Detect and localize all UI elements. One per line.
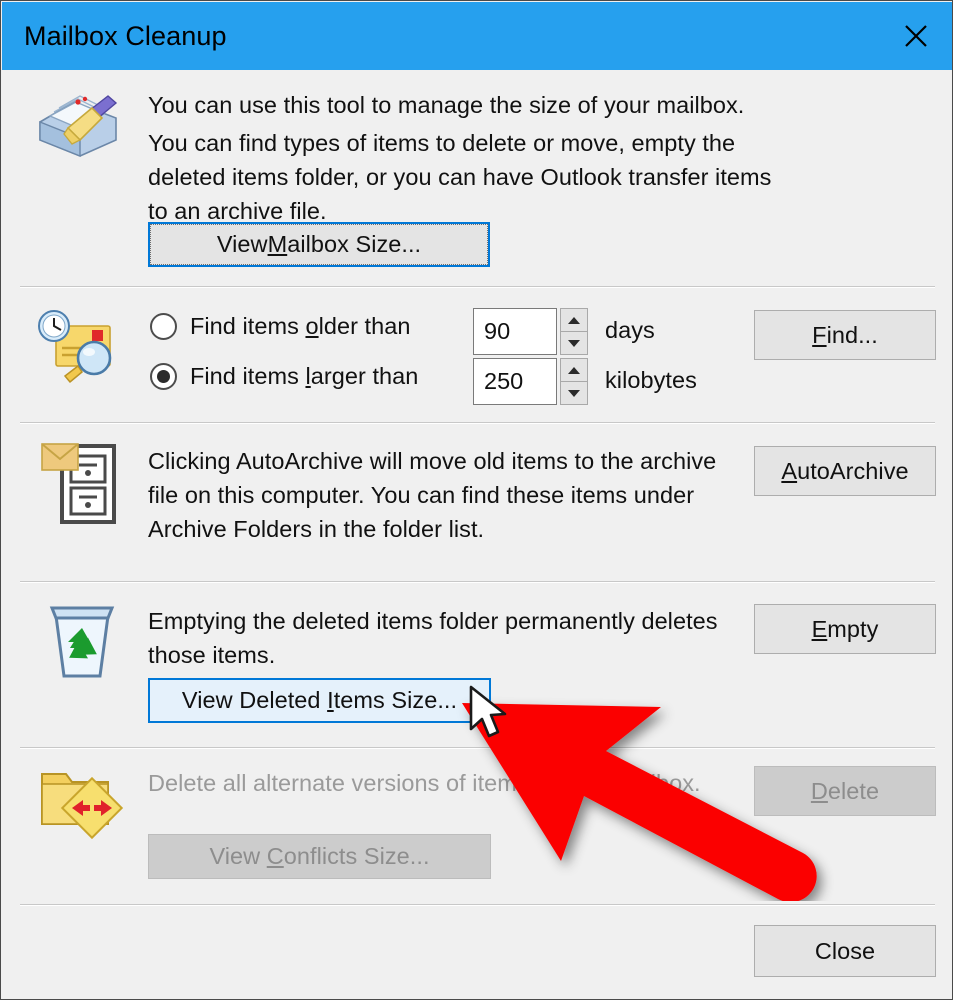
find-items-icon	[30, 304, 122, 395]
find-older-stepper[interactable]: 90	[473, 308, 588, 355]
autoarchive-button[interactable]: AutoArchive	[754, 446, 936, 496]
find-larger-spin-down[interactable]	[560, 382, 588, 405]
find-button[interactable]: Find...	[754, 310, 936, 360]
autoarchive-button-label: AutoArchive	[781, 457, 909, 484]
view-mailbox-size-button[interactable]: View Mailbox Size...	[148, 222, 490, 267]
view-deleted-items-size-label: View Deleted Items Size...	[181, 687, 458, 713]
view-mailbox-size-label: View Mailbox Size...	[150, 224, 488, 265]
separator-5	[20, 904, 935, 906]
view-conflicts-size-label: View Conflicts Size...	[209, 843, 430, 869]
conflicts-folder-icon	[36, 760, 124, 847]
delete-button-label: Delete	[810, 777, 880, 804]
chevron-down-icon	[568, 389, 580, 397]
chevron-up-icon	[568, 316, 580, 324]
separator-1	[20, 286, 935, 288]
find-larger-stepper[interactable]: 250	[473, 358, 588, 405]
close-icon	[905, 25, 927, 47]
recycle-bin-icon	[42, 598, 122, 689]
intro-text-line2: You can find types of items to delete or…	[148, 130, 772, 224]
titlebar: Mailbox Cleanup	[2, 2, 952, 70]
separator-3	[20, 581, 935, 583]
dialog-body: You can use this tool to manage the size…	[2, 70, 952, 998]
close-window-button[interactable]	[879, 2, 952, 70]
intro-text-line1: You can use this tool to manage the size…	[148, 92, 745, 118]
find-older-spin-buttons[interactable]	[560, 308, 588, 355]
empty-button[interactable]: Empty	[754, 604, 936, 654]
find-larger-unit: kilobytes	[605, 367, 697, 393]
radio-find-older-label: Find items older than	[190, 313, 411, 339]
view-deleted-items-size-button[interactable]: View Deleted Items Size...	[148, 678, 491, 723]
deleted-items-text: Emptying the deleted items folder perman…	[148, 608, 718, 668]
conflicts-text: Delete all alternate versions of items i…	[148, 770, 701, 796]
radio-find-larger-row[interactable]: Find items larger than	[150, 363, 418, 390]
find-larger-spin-up[interactable]	[560, 358, 588, 382]
find-older-input[interactable]: 90	[473, 308, 557, 355]
radio-find-larger[interactable]	[150, 363, 177, 390]
radio-find-larger-label: Find items larger than	[190, 363, 419, 389]
find-larger-spin-buttons[interactable]	[560, 358, 588, 405]
view-conflicts-size-button[interactable]: View Conflicts Size...	[148, 834, 491, 879]
separator-4	[20, 747, 935, 749]
file-cabinet-icon	[40, 438, 122, 533]
delete-button[interactable]: Delete	[754, 766, 936, 816]
close-button-label: Close	[814, 937, 876, 964]
chevron-up-icon	[568, 366, 580, 374]
empty-button-label: Empty	[811, 615, 879, 642]
find-larger-input[interactable]: 250	[473, 358, 557, 405]
find-older-spin-down[interactable]	[560, 332, 588, 355]
separator-2	[20, 422, 935, 424]
window-title: Mailbox Cleanup	[24, 20, 227, 51]
find-older-unit: days	[605, 317, 655, 343]
autoarchive-text: Clicking AutoArchive will move old items…	[148, 448, 717, 542]
find-older-spin-up[interactable]	[560, 308, 588, 332]
radio-find-older-row[interactable]: Find items older than	[150, 313, 411, 340]
radio-find-older[interactable]	[150, 313, 177, 340]
find-button-label: Find...	[812, 321, 878, 348]
chevron-down-icon	[568, 339, 580, 347]
mailbox-cleanup-dialog: Mailbox Cleanup You can use this tool to…	[0, 0, 953, 1000]
mailbox-cleanup-icon	[28, 82, 124, 167]
close-button[interactable]: Close	[754, 925, 936, 977]
